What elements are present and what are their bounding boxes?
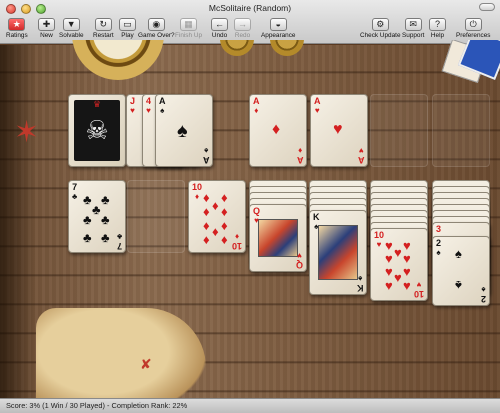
mask-icon: ◒ xyxy=(269,18,287,31)
tableau-card[interactable]: 7 ♣ ♣ ♣ ♣ ♣ ♣ ♣ ♣ 7 ♣ xyxy=(68,180,126,253)
game-over-button[interactable]: ◉ Game Over? xyxy=(138,18,175,42)
king-portrait xyxy=(318,225,358,280)
tableau-card[interactable]: 10 ♥ ♥ ♥ ♥ ♥ ♥ ♥ ♥ ♥ ♥ ♥ 10 ♥ xyxy=(370,228,428,301)
status-bar: Score: 3% (1 Win / 30 Played) - Completi… xyxy=(0,398,500,413)
ratings-button[interactable]: ★ Ratings xyxy=(6,18,28,42)
gear-icon: ⚙ xyxy=(371,18,389,31)
tableau-card[interactable]: 10 ♦ ♦ ♦ ♦ ♦ ♦ ♦ ♦ ♦ ♦ ♦ 10 ♦ xyxy=(188,180,246,253)
coin-decoration xyxy=(270,40,310,56)
waste-card-top[interactable]: A ♠ ♠ A ♠ xyxy=(155,94,213,167)
funnel-icon: ▼ xyxy=(62,18,80,31)
play-button[interactable]: ▭ Play xyxy=(119,18,136,42)
foundation-pile[interactable]: A ♥ ♥ A ♥ xyxy=(310,94,368,167)
new-button[interactable]: ✚ New xyxy=(38,18,55,42)
restart-button[interactable]: ↻ Restart xyxy=(93,18,114,42)
treasure-map-decoration: ✘ xyxy=(36,308,206,398)
support-button[interactable]: ✉ Support xyxy=(402,18,424,42)
foundation-pile[interactable]: A ♦ ♦ A ♦ xyxy=(249,94,307,167)
crown-icon: ♛ xyxy=(92,99,102,109)
tableau-card[interactable]: K ♠ K ♠ xyxy=(309,210,367,295)
plus-icon: ✚ xyxy=(38,18,55,31)
question-icon: ? xyxy=(429,18,446,31)
table-edge-shadow xyxy=(0,45,36,398)
envelope-icon: ✉ xyxy=(404,18,422,31)
foundation-empty-slot[interactable] xyxy=(432,94,490,167)
window-title: McSolitaire (Random) xyxy=(208,3,292,13)
eye-icon: ◉ xyxy=(147,18,165,31)
mcsolitaire-window: McSolitaire (Random) ★ Ratings ✚ New ▼ S… xyxy=(0,0,500,413)
tableau-card[interactable]: Q ♥ Q ♥ xyxy=(249,204,307,272)
appearance-button[interactable]: ◒ Appearance xyxy=(261,18,295,42)
finish-up-button[interactable]: ▦ Finish Up xyxy=(175,18,202,42)
coin-decoration xyxy=(220,40,254,56)
score-text: Score: 3% (1 Win / 30 Played) - Completi… xyxy=(6,401,188,410)
check-update-button[interactable]: ⚙ Check Update xyxy=(360,18,401,42)
tableau-card[interactable]: 2 ♠ ♠ ♠ 2 ♠ xyxy=(432,236,490,306)
toolbar-toggle-button[interactable] xyxy=(479,3,495,11)
redo-button[interactable]: → Redo xyxy=(234,18,251,42)
queen-portrait xyxy=(258,219,298,257)
cards-icon: ▦ xyxy=(180,18,197,31)
solvable-button[interactable]: ▼ Solvable xyxy=(59,18,84,42)
undo-button[interactable]: ← Undo xyxy=(211,18,228,42)
map-marker-icon: ✘ xyxy=(140,356,152,372)
tableau-empty-slot[interactable] xyxy=(127,180,185,253)
cards-decoration xyxy=(440,40,500,86)
play-icon: ▭ xyxy=(119,18,136,31)
arrow-right-icon: → xyxy=(234,18,251,31)
preferences-button[interactable]: ⏻ Preferences xyxy=(456,18,490,42)
stock-pile[interactable]: ☠ ♛ xyxy=(68,94,126,167)
star-icon: ★ xyxy=(8,18,26,31)
arrow-left-icon: ← xyxy=(211,18,228,31)
foundation-empty-slot[interactable] xyxy=(370,94,428,167)
starfish-decoration: ✶ xyxy=(14,116,40,149)
compass-decoration xyxy=(72,40,164,80)
restart-icon: ↻ xyxy=(94,18,112,31)
title-toolbar: McSolitaire (Random) ★ Ratings ✚ New ▼ S… xyxy=(0,0,500,44)
help-button[interactable]: ? Help xyxy=(429,18,446,42)
switch-icon: ⏻ xyxy=(464,18,482,31)
